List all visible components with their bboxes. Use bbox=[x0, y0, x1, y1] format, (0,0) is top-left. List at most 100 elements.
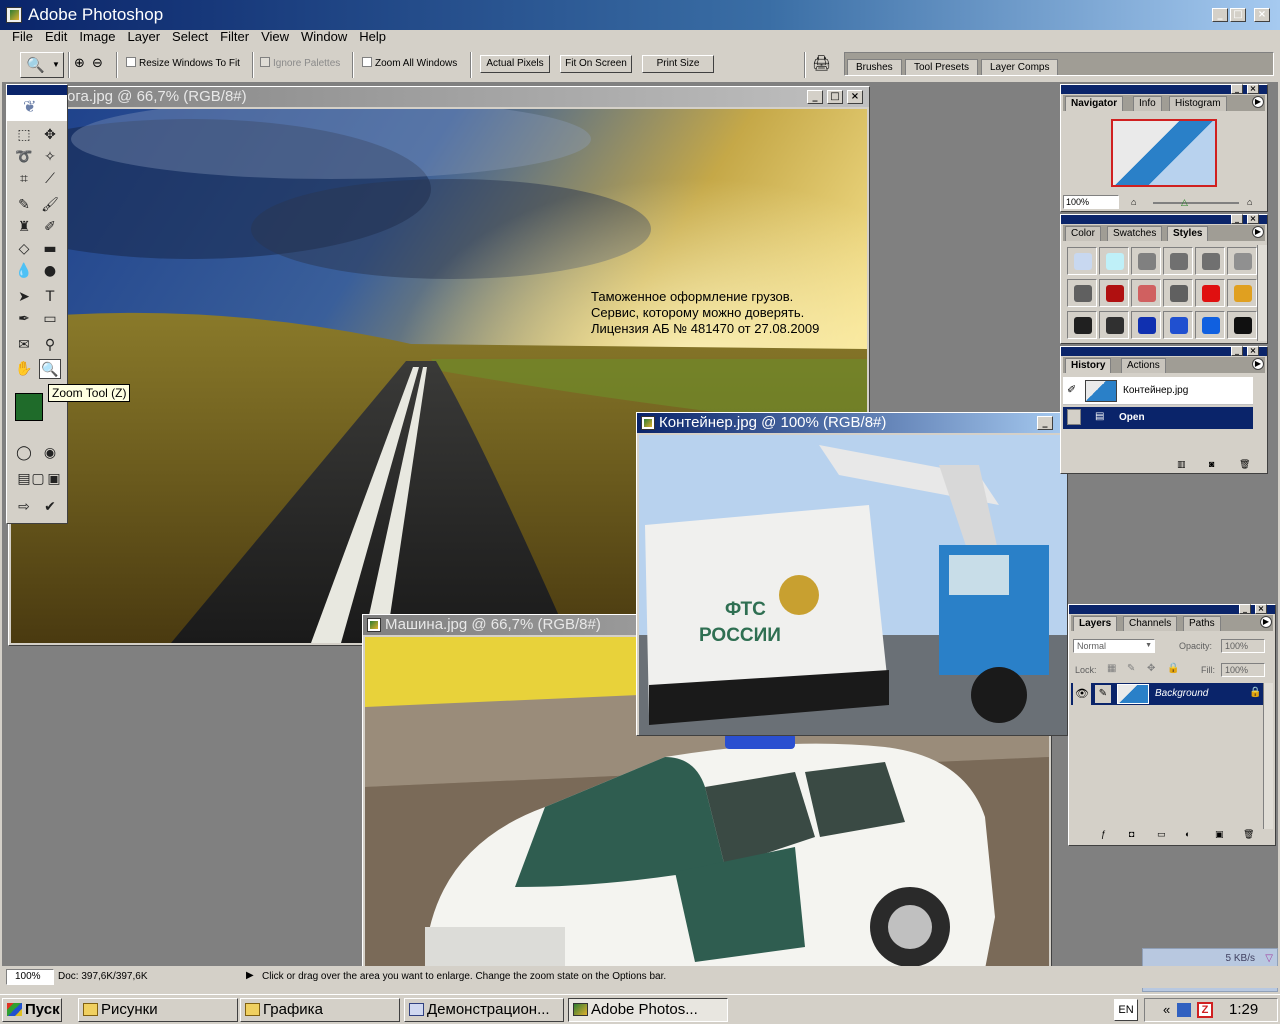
history-brush-source-box[interactable] bbox=[1067, 409, 1081, 425]
marquee-tool-icon[interactable]: ⬚ bbox=[13, 125, 35, 145]
style-preset-swatch[interactable] bbox=[1067, 247, 1097, 275]
fill-input[interactable]: 100% bbox=[1221, 663, 1265, 677]
lock-all-icon[interactable]: 🔒 bbox=[1167, 663, 1179, 674]
maximize-button[interactable]: □ bbox=[1230, 8, 1246, 22]
print-size-button[interactable]: Print Size bbox=[642, 55, 714, 73]
style-preset-swatch[interactable] bbox=[1131, 311, 1161, 339]
style-preset-swatch[interactable] bbox=[1163, 311, 1193, 339]
move-tool-icon[interactable]: ✥ bbox=[39, 125, 61, 145]
brush-tool-icon[interactable]: 🖌 bbox=[39, 195, 61, 215]
magic-wand-tool-icon[interactable]: ✧ bbox=[39, 147, 61, 167]
hand-tool-icon[interactable]: ✋ bbox=[13, 359, 35, 379]
layers-scrollbar[interactable] bbox=[1263, 683, 1273, 829]
tab-channels[interactable]: Channels bbox=[1123, 616, 1178, 631]
tab-layers[interactable]: Layers bbox=[1073, 616, 1118, 631]
palette-menu-button[interactable]: ▶ bbox=[1252, 226, 1264, 238]
foreground-color-swatch[interactable] bbox=[15, 393, 43, 421]
menu-view[interactable]: View bbox=[255, 28, 295, 46]
menu-select[interactable]: Select bbox=[166, 28, 214, 46]
eraser-tool-icon[interactable]: ◇ bbox=[13, 239, 35, 259]
menu-edit[interactable]: Edit bbox=[39, 28, 73, 46]
container-image[interactable]: ФТС РОССИИ bbox=[639, 435, 1067, 735]
network-tray-icon[interactable] bbox=[1177, 1003, 1191, 1017]
doc-minimize-button[interactable]: _ bbox=[1037, 416, 1053, 430]
eyedropper-tool-icon[interactable]: ⚲ bbox=[39, 335, 61, 355]
notes-tool-icon[interactable]: ✉ bbox=[13, 335, 35, 355]
tab-actions[interactable]: Actions bbox=[1121, 358, 1166, 373]
chevron-left-icon[interactable]: « bbox=[1163, 1002, 1170, 1017]
antivirus-tray-icon[interactable]: Z bbox=[1197, 1002, 1213, 1018]
lock-transparency-icon[interactable]: ▦ bbox=[1107, 663, 1116, 674]
style-preset-swatch[interactable] bbox=[1195, 247, 1225, 275]
path-selection-tool-icon[interactable]: ➤ bbox=[13, 287, 35, 307]
trash-icon[interactable]: 🗑 bbox=[1243, 829, 1254, 840]
menu-window[interactable]: Window bbox=[295, 28, 353, 46]
healing-brush-tool-icon[interactable]: ✎ bbox=[13, 195, 35, 215]
palette-close-button[interactable]: × bbox=[1247, 346, 1259, 356]
minimize-button[interactable]: _ bbox=[1212, 8, 1228, 22]
tab-swatches[interactable]: Swatches bbox=[1107, 226, 1163, 241]
lock-image-icon[interactable]: ✎ bbox=[1127, 663, 1135, 674]
doc-close-button[interactable]: × bbox=[847, 90, 863, 104]
well-tab-brushes[interactable]: Brushes bbox=[847, 59, 902, 75]
slider-thumb-icon[interactable]: △ bbox=[1181, 197, 1188, 208]
zoom-in-small-icon[interactable]: ⌂ bbox=[1247, 197, 1263, 207]
doc-maximize-button[interactable]: □ bbox=[827, 90, 843, 104]
file-browser-icon[interactable]: 🖨 bbox=[812, 54, 831, 72]
menu-help[interactable]: Help bbox=[353, 28, 392, 46]
zoom-all-windows-checkbox[interactable]: Zoom All Windows bbox=[362, 57, 457, 70]
history-snapshot-row[interactable]: ✐ Контейнер.jpg bbox=[1063, 377, 1253, 405]
slice-tool-icon[interactable]: ⟋ bbox=[39, 169, 61, 189]
tab-paths[interactable]: Paths bbox=[1183, 616, 1221, 631]
new-layer-icon[interactable]: ▣ bbox=[1215, 829, 1224, 840]
menu-image[interactable]: Image bbox=[73, 28, 121, 46]
menu-filter[interactable]: Filter bbox=[214, 28, 255, 46]
standard-mode-icon[interactable]: ◯ bbox=[13, 443, 35, 463]
palette-minimize-button[interactable]: _ bbox=[1231, 214, 1243, 224]
lock-position-icon[interactable]: ✥ bbox=[1147, 663, 1155, 674]
brush-link-icon[interactable]: ✎ bbox=[1095, 685, 1111, 703]
zoom-tool-icon[interactable]: 🔍 bbox=[39, 359, 61, 379]
style-preset-swatch[interactable] bbox=[1227, 247, 1257, 275]
task-demo[interactable]: Демонстрацион... bbox=[404, 998, 564, 1022]
pen-tool-icon[interactable]: ✒ bbox=[13, 309, 35, 329]
style-preset-swatch[interactable] bbox=[1195, 311, 1225, 339]
tab-history[interactable]: History bbox=[1065, 358, 1112, 373]
task-photoshop[interactable]: Adobe Photos... bbox=[568, 998, 728, 1022]
document-title-container[interactable]: Контейнер.jpg @ 100% (RGB/8#) bbox=[637, 413, 1067, 433]
resize-windows-checkbox[interactable]: Resize Windows To Fit bbox=[126, 57, 240, 70]
task-risunki[interactable]: Рисунки bbox=[78, 998, 238, 1022]
new-group-icon[interactable]: ▭ bbox=[1157, 829, 1166, 840]
palette-close-button[interactable]: × bbox=[1255, 604, 1267, 614]
dodge-tool-icon[interactable]: ● bbox=[39, 261, 61, 281]
status-menu-arrow-icon[interactable]: ▶ bbox=[246, 970, 254, 981]
style-preset-swatch[interactable] bbox=[1099, 279, 1129, 307]
tab-histogram[interactable]: Histogram bbox=[1169, 96, 1227, 111]
blur-tool-icon[interactable]: 💧 bbox=[13, 261, 35, 281]
palette-menu-button[interactable]: ▶ bbox=[1252, 96, 1264, 108]
styles-scrollbar[interactable] bbox=[1257, 245, 1267, 341]
new-snapshot-icon[interactable]: ◙ bbox=[1209, 459, 1214, 469]
clone-stamp-tool-icon[interactable]: ♜ bbox=[13, 217, 35, 237]
history-step-open[interactable]: ▤ Open bbox=[1063, 407, 1253, 429]
start-button[interactable]: Пуск bbox=[2, 998, 62, 1022]
quick-mask-mode-icon[interactable]: ◉ bbox=[39, 443, 61, 463]
history-brush-source-icon[interactable]: ✐ bbox=[1067, 383, 1076, 396]
screen-mode-full-icon[interactable]: ▣ bbox=[43, 469, 65, 489]
style-preset-swatch[interactable] bbox=[1163, 279, 1193, 307]
crop-tool-icon[interactable]: ⌗ bbox=[13, 169, 35, 189]
type-tool-icon[interactable]: T bbox=[39, 287, 61, 307]
adjustment-layer-icon[interactable]: ◐ bbox=[1185, 829, 1190, 839]
actual-pixels-button[interactable]: Actual Pixels bbox=[480, 55, 550, 73]
history-brush-tool-icon[interactable]: ✐ bbox=[39, 217, 61, 237]
menu-layer[interactable]: Layer bbox=[122, 28, 167, 46]
language-indicator[interactable]: EN bbox=[1114, 999, 1138, 1021]
well-tab-tool-presets[interactable]: Tool Presets bbox=[905, 59, 979, 75]
layer-style-icon[interactable]: ƒ bbox=[1101, 829, 1106, 839]
menu-file[interactable]: File bbox=[0, 28, 39, 46]
style-preset-swatch[interactable] bbox=[1067, 279, 1097, 307]
blend-mode-select[interactable]: Normal ▼ bbox=[1073, 639, 1155, 653]
style-preset-swatch[interactable] bbox=[1099, 247, 1129, 275]
opacity-input[interactable]: 100% bbox=[1221, 639, 1265, 653]
gradient-tool-icon[interactable]: ▬ bbox=[39, 239, 61, 259]
